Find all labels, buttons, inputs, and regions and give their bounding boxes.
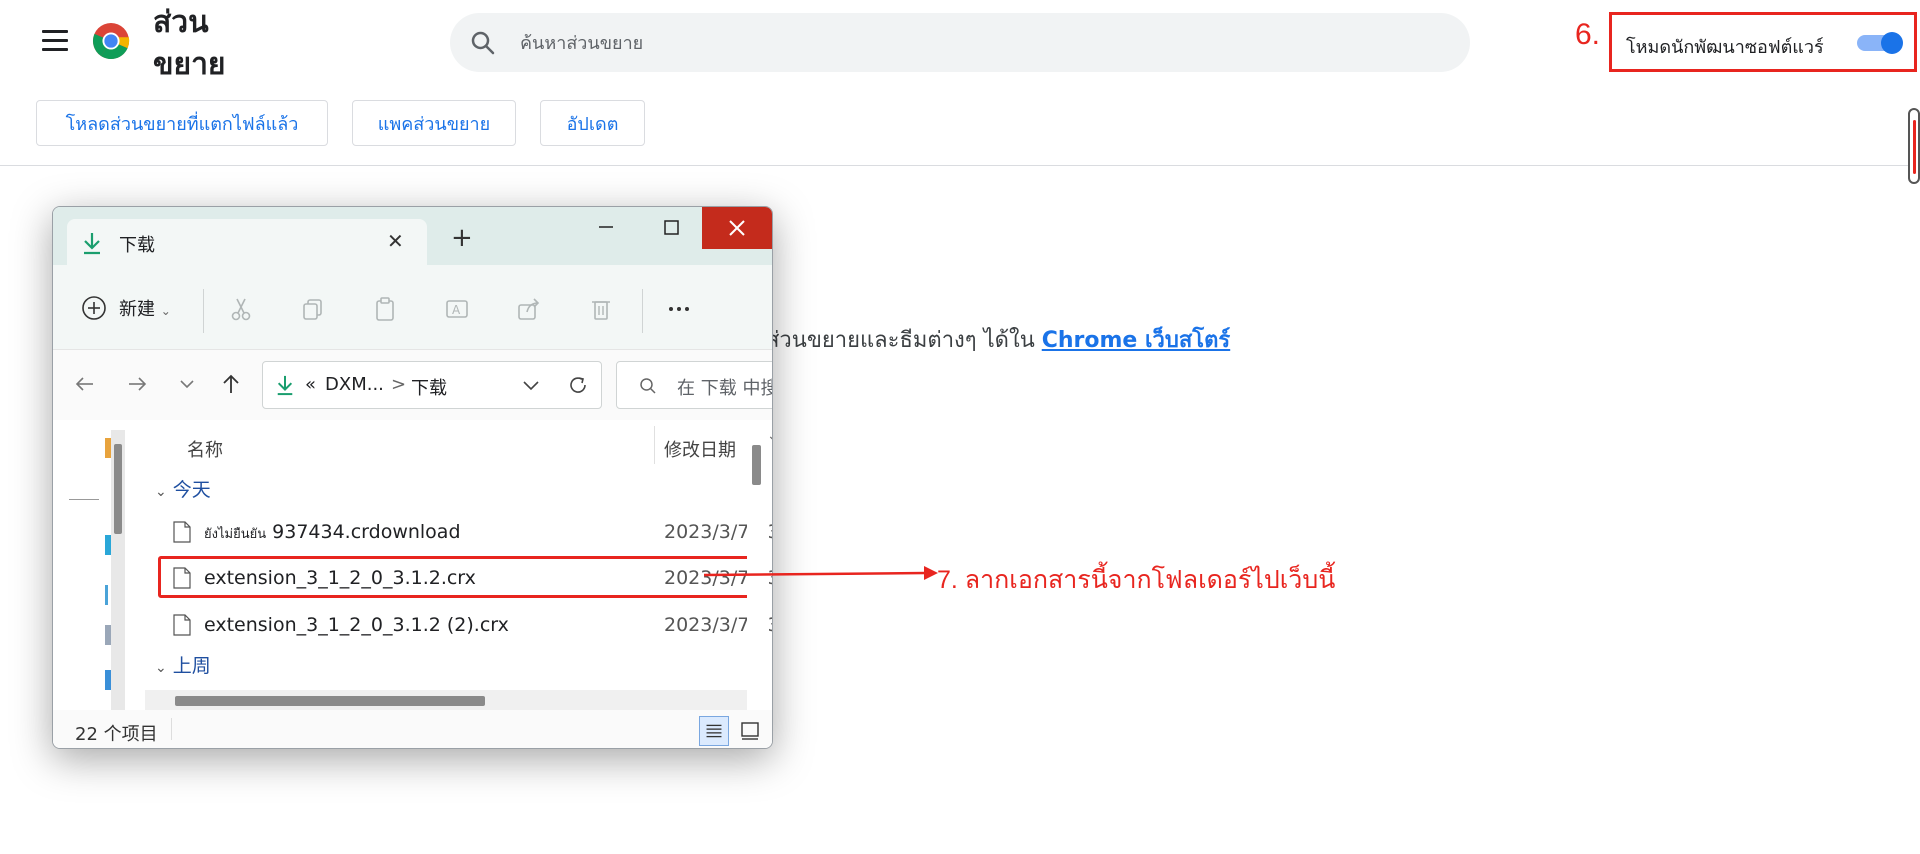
scrollbar-thumb[interactable] xyxy=(1913,120,1916,174)
explorer-search-box[interactable]: 在 下载 中搜 xyxy=(616,361,773,409)
tiles-view-icon[interactable] xyxy=(735,716,765,746)
rename-icon[interactable]: A xyxy=(443,295,471,323)
scrollbar-thumb[interactable] xyxy=(175,696,485,706)
load-unpacked-button[interactable]: โหลดส่วนขยายที่แตกไฟล์แล้ว xyxy=(36,100,328,146)
paste-icon[interactable] xyxy=(371,295,399,323)
group-header-last-week[interactable]: ⌄ 上周 xyxy=(155,651,211,678)
command-separator xyxy=(203,289,204,333)
share-icon[interactable] xyxy=(515,295,543,323)
chrome-web-store-link[interactable]: Chrome เว็บสโตร์ xyxy=(1042,328,1230,353)
developer-mode-toggle[interactable] xyxy=(1857,32,1903,54)
page-title: ส่วนขยาย xyxy=(153,5,226,82)
cut-icon[interactable] xyxy=(227,295,255,323)
chrome-logo-icon xyxy=(92,22,130,60)
copy-icon[interactable] xyxy=(299,295,327,323)
annotation-step-7: 7. ลากเอกสารนี้จากโฟลเดอร์ไปเว็บนี้ xyxy=(937,566,1336,594)
window-close-icon[interactable] xyxy=(702,207,772,249)
developer-mode-highlight: โหมดนักพัฒนาซอฟต์แวร์ xyxy=(1609,12,1917,72)
file-name: ยังไม่ยืนยัน 937434.crdownload xyxy=(204,521,461,543)
explorer-titlebar[interactable]: 下载 ✕ + xyxy=(53,207,772,265)
item-count: 22 个项目 xyxy=(75,724,158,745)
status-divider xyxy=(171,718,172,740)
group-chevron-icon: ⌄ xyxy=(155,660,167,676)
svg-text:A: A xyxy=(452,303,461,317)
column-header: 名称 修改日期 ⌄ xyxy=(145,420,772,466)
download-arrow-icon xyxy=(277,375,293,396)
back-arrow-icon[interactable] xyxy=(73,372,97,396)
forward-arrow-icon[interactable] xyxy=(125,372,149,396)
breadcrumb-parent[interactable]: DXM... xyxy=(325,374,384,395)
minimize-icon[interactable] xyxy=(585,209,625,247)
explorer-command-bar: 新建 ⌄ A xyxy=(53,265,772,350)
header-divider xyxy=(0,165,1920,166)
more-options-icon[interactable] xyxy=(665,295,693,323)
group-chevron-icon: ⌄ xyxy=(155,484,167,500)
column-divider[interactable] xyxy=(654,426,655,464)
group-label: 上周 xyxy=(172,655,211,677)
toggle-knob xyxy=(1881,32,1903,54)
details-view-icon[interactable] xyxy=(699,716,729,746)
empty-state-message: ส่วนขยายและธีมต่างๆ ได้ใน xyxy=(766,328,1035,353)
explorer-search-placeholder: 在 下载 中搜 xyxy=(677,378,773,399)
recent-locations-chevron-icon[interactable] xyxy=(175,372,199,396)
annotation-arrow-icon xyxy=(704,566,938,580)
explorer-status-bar: 22 个项目 xyxy=(53,710,772,748)
plus-circle-icon xyxy=(82,296,106,320)
developer-mode-label: โหมดนักพัฒนาซอฟต์แวร์ xyxy=(1626,37,1824,58)
address-dropdown-chevron-icon[interactable] xyxy=(521,376,541,396)
explorer-address-row: « DXM... > 下载 在 下载 中搜 xyxy=(53,350,772,420)
refresh-icon[interactable] xyxy=(567,374,589,396)
group-label: 今天 xyxy=(172,479,211,501)
file-row[interactable]: extension_3_1_2_0_3.1.2 (2).crx 2023/3/7… xyxy=(161,604,772,644)
file-row[interactable]: ยังไม่ยืนยัน 937434.crdownload 2023/3/7 … xyxy=(161,511,772,551)
column-date-modified[interactable]: 修改日期 xyxy=(664,436,736,462)
file-explorer-window[interactable]: 下载 ✕ + 新建 ⌄ A « DXM... > 下载 在 下载 中搜 名称 修… xyxy=(52,206,773,749)
close-tab-icon[interactable]: ✕ xyxy=(387,229,404,253)
address-bar[interactable]: « DXM... > 下载 xyxy=(262,361,602,409)
search-icon xyxy=(471,31,495,55)
file-list-horizontal-scrollbar[interactable] xyxy=(145,690,747,710)
downloads-nav-icon[interactable] xyxy=(105,585,108,605)
navigation-divider xyxy=(69,499,99,500)
new-item-label: 新建 ⌄ xyxy=(119,299,171,320)
navigation-scrollbar[interactable] xyxy=(111,430,125,710)
scrollbar-thumb[interactable] xyxy=(752,445,761,485)
search-icon xyxy=(640,378,656,394)
breadcrumb-overflow[interactable]: « xyxy=(305,374,316,395)
explorer-tab[interactable]: 下载 ✕ xyxy=(67,219,427,265)
command-separator xyxy=(642,289,643,333)
breadcrumb-separator: > xyxy=(391,374,407,395)
menu-icon[interactable] xyxy=(42,30,68,52)
explorer-tab-title: 下载 xyxy=(119,235,155,256)
navigation-pane xyxy=(53,420,141,710)
file-icon xyxy=(173,614,191,636)
delete-icon[interactable] xyxy=(587,295,615,323)
file-icon xyxy=(173,521,191,543)
breadcrumb-current[interactable]: 下载 xyxy=(411,374,447,400)
new-tab-icon[interactable]: + xyxy=(451,225,473,251)
pack-extension-button[interactable]: แพคส่วนขยาย xyxy=(352,100,516,146)
empty-state-text: ส่วนขยายและธีมต่างๆ ได้ใน Chrome เว็บสโต… xyxy=(766,322,1230,357)
extension-search-bar[interactable] xyxy=(450,13,1470,72)
page-scrollbar[interactable] xyxy=(1908,108,1920,184)
up-arrow-icon[interactable] xyxy=(219,372,243,396)
extension-search-input[interactable] xyxy=(518,25,1422,61)
file-name: extension_3_1_2_0_3.1.2 (2).crx xyxy=(204,614,509,636)
group-header-today[interactable]: ⌄ 今天 xyxy=(155,475,211,502)
download-arrow-icon xyxy=(84,233,100,255)
column-name[interactable]: 名称 xyxy=(187,436,223,462)
annotation-step-6: 6. xyxy=(1575,18,1601,51)
maximize-icon[interactable] xyxy=(651,209,691,247)
scrollbar-thumb[interactable] xyxy=(114,444,122,534)
file-highlight-box xyxy=(158,556,758,598)
update-button[interactable]: อัปเดต xyxy=(540,100,645,146)
